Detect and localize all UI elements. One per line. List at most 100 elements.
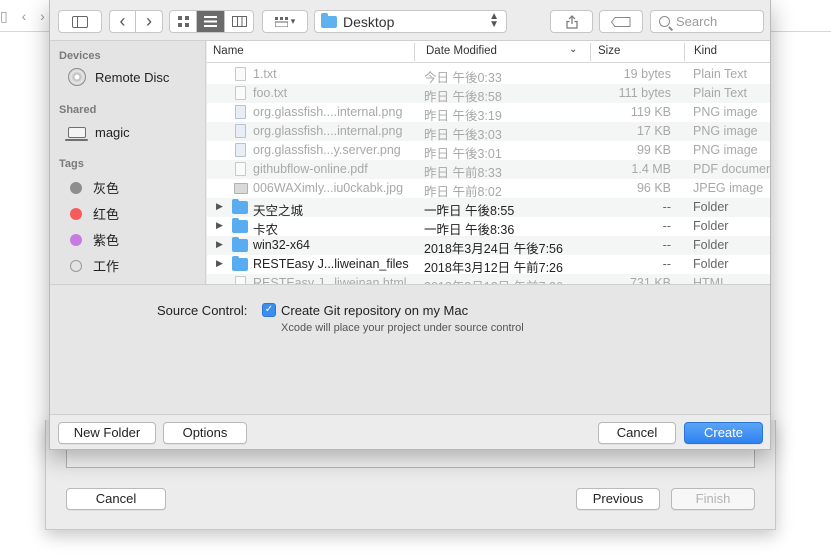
save-sheet: ‹ › ▾ Desktop ▲ ▼ Search Devices Remote … — [49, 0, 771, 450]
icon-view-button[interactable] — [170, 11, 197, 32]
updown-chevron-icon: ▲ ▼ — [489, 11, 499, 30]
folder-icon — [232, 218, 248, 233]
file-row[interactable]: githubflow-online.pdf 昨日 午前8:33 1.4 MB P… — [207, 160, 771, 180]
file-kind: Folder — [693, 200, 729, 214]
red-tag-icon — [70, 207, 82, 220]
folder-icon — [321, 12, 337, 28]
icon-view-icon — [177, 16, 189, 27]
previous-button[interactable]: Previous — [576, 488, 660, 510]
folder-row[interactable]: ▶ RESTEasy J...liweinan_files 2018年3月12日… — [207, 255, 770, 275]
file-size: -- — [662, 219, 671, 233]
column-header-kind[interactable]: Kind — [694, 45, 717, 57]
cancel-button[interactable]: Cancel — [598, 422, 676, 444]
file-kind: Folder — [693, 238, 729, 252]
toggle-sidebar-button[interactable] — [58, 10, 102, 33]
git-repository-checkbox[interactable]: ✓ — [262, 303, 276, 317]
sidebar-tag-red[interactable]: 红色 — [68, 204, 119, 223]
file-name: org.glassfish....internal.png — [253, 105, 403, 119]
file-kind: Plain Text — [693, 67, 747, 81]
sort-chevron-icon: ⌄ — [569, 44, 578, 55]
file-list: Name Date Modified ⌄ Size Kind 1.txt 今日 … — [207, 41, 771, 284]
folder-row[interactable]: ▶ win32-x64 2018年3月24日 午後7:56 -- Folder — [207, 236, 770, 256]
tag-button[interactable] — [599, 10, 643, 33]
column-divider[interactable] — [414, 43, 415, 61]
text-file-icon — [235, 67, 246, 81]
jpeg-file-icon — [234, 183, 248, 194]
background-back-icon[interactable]: ‹ — [22, 8, 27, 24]
column-divider[interactable] — [684, 43, 685, 61]
disclosure-triangle-icon[interactable]: ▶ — [216, 201, 223, 212]
back-button[interactable]: ‹ — [110, 11, 136, 32]
file-size: 99 KB — [636, 143, 671, 157]
file-row[interactable]: 006WAXimly...iu0ckabk.jpg 昨日 午前8:02 96 K… — [207, 179, 770, 199]
file-size: 731 KB — [629, 276, 671, 284]
file-size: 119 KB — [630, 105, 671, 119]
sheet-toolbar: ‹ › ▾ Desktop ▲ ▼ Search — [50, 0, 770, 41]
file-kind: Folder — [693, 257, 729, 271]
file-row[interactable]: org.glassfish...y.server.png 昨日 午後3:01 9… — [207, 141, 770, 161]
background-forward-icon[interactable]: › — [40, 8, 45, 24]
file-kind: PNG image — [693, 105, 758, 119]
folder-row[interactable]: ▶ 天空之城 一昨日 午後8:55 -- Folder — [207, 198, 770, 218]
location-label: Desktop — [343, 13, 395, 30]
share-button[interactable] — [550, 10, 593, 33]
arrange-chevron-icon: ▾ — [290, 16, 296, 26]
file-kind: PDF documen — [693, 162, 771, 176]
search-field[interactable]: Search — [650, 10, 764, 33]
arrange-button[interactable]: ▾ — [262, 10, 308, 33]
file-size: 1.4 MB — [631, 162, 671, 176]
sidebar-item-magic[interactable]: magic — [65, 125, 130, 141]
file-name: githubflow-online.pdf — [253, 162, 368, 176]
file-row[interactable]: org.glassfish....internal.png 昨日 午後3:03 … — [207, 122, 770, 142]
html-file-icon — [235, 276, 246, 284]
file-size: -- — [662, 200, 671, 214]
options-panel: Source Control: ✓ Create Git repository … — [50, 284, 770, 414]
disclosure-triangle-icon[interactable]: ▶ — [216, 239, 223, 250]
new-folder-button[interactable]: New Folder — [58, 422, 156, 444]
file-row[interactable]: org.glassfish....internal.png 昨日 午後3:19 … — [207, 103, 770, 123]
file-name: org.glassfish...y.server.png — [253, 143, 401, 157]
git-repository-label[interactable]: Create Git repository on my Mac — [281, 303, 468, 318]
file-name: 1.txt — [253, 67, 277, 81]
source-control-label: Source Control: — [157, 303, 248, 318]
file-kind: PNG image — [693, 143, 758, 157]
sidebar-item-label: 工作 — [93, 259, 120, 274]
sidebar-section-tags: Tags — [59, 158, 84, 170]
disclosure-triangle-icon[interactable]: ▶ — [216, 258, 223, 269]
sidebar-item-remote-disc[interactable]: Remote Disc — [68, 68, 169, 86]
sidebar-tag-purple[interactable]: 紫色 — [68, 230, 119, 249]
column-view-button[interactable] — [225, 11, 253, 32]
file-name: win32-x64 — [253, 238, 310, 252]
file-name: 006WAXimly...iu0ckabk.jpg — [253, 181, 404, 195]
file-row[interactable]: 1.txt 今日 午後0:33 19 bytes Plain Text — [207, 65, 770, 85]
image-file-icon — [235, 124, 246, 138]
file-row[interactable]: RESTEasy J...liweinan.html 2018年3月12日 午前… — [207, 274, 770, 284]
file-row[interactable]: foo.txt 昨日 午後8:58 111 bytes Plain Text — [207, 84, 770, 104]
search-placeholder: Search — [676, 14, 718, 29]
background-sidebar-icon[interactable]: ▯ — [0, 8, 8, 25]
sidebar-tag-work[interactable]: 工作 — [68, 256, 119, 275]
file-kind: HTML — [693, 276, 728, 284]
list-view-icon — [204, 16, 217, 27]
location-popup[interactable]: Desktop ▲ ▼ — [314, 10, 507, 33]
finish-button[interactable]: Finish — [671, 488, 755, 510]
column-header-name[interactable]: Name — [213, 45, 244, 57]
column-header-date[interactable]: Date Modified — [426, 45, 497, 57]
column-header-size[interactable]: Size — [598, 45, 620, 57]
options-button[interactable]: Options — [163, 422, 247, 444]
image-file-icon — [235, 105, 246, 119]
list-view-button[interactable] — [197, 11, 225, 32]
file-size: -- — [662, 238, 671, 252]
forward-button[interactable]: › — [136, 11, 162, 32]
sidebar-tag-gray[interactable]: 灰色 — [68, 178, 119, 197]
create-button[interactable]: Create — [684, 422, 763, 444]
assistant-cancel-button[interactable]: Cancel — [66, 488, 166, 510]
folder-icon — [232, 199, 248, 214]
sidebar-section-shared: Shared — [59, 104, 97, 116]
disclosure-triangle-icon[interactable]: ▶ — [216, 220, 223, 231]
pdf-file-icon — [235, 162, 246, 176]
column-divider[interactable] — [590, 43, 591, 61]
sheet-footer: New Folder Options Cancel Create — [50, 414, 770, 449]
folder-row[interactable]: ▶ 卡农 一昨日 午後8:36 -- Folder — [207, 217, 770, 237]
checkmark-icon: ✓ — [264, 304, 274, 315]
